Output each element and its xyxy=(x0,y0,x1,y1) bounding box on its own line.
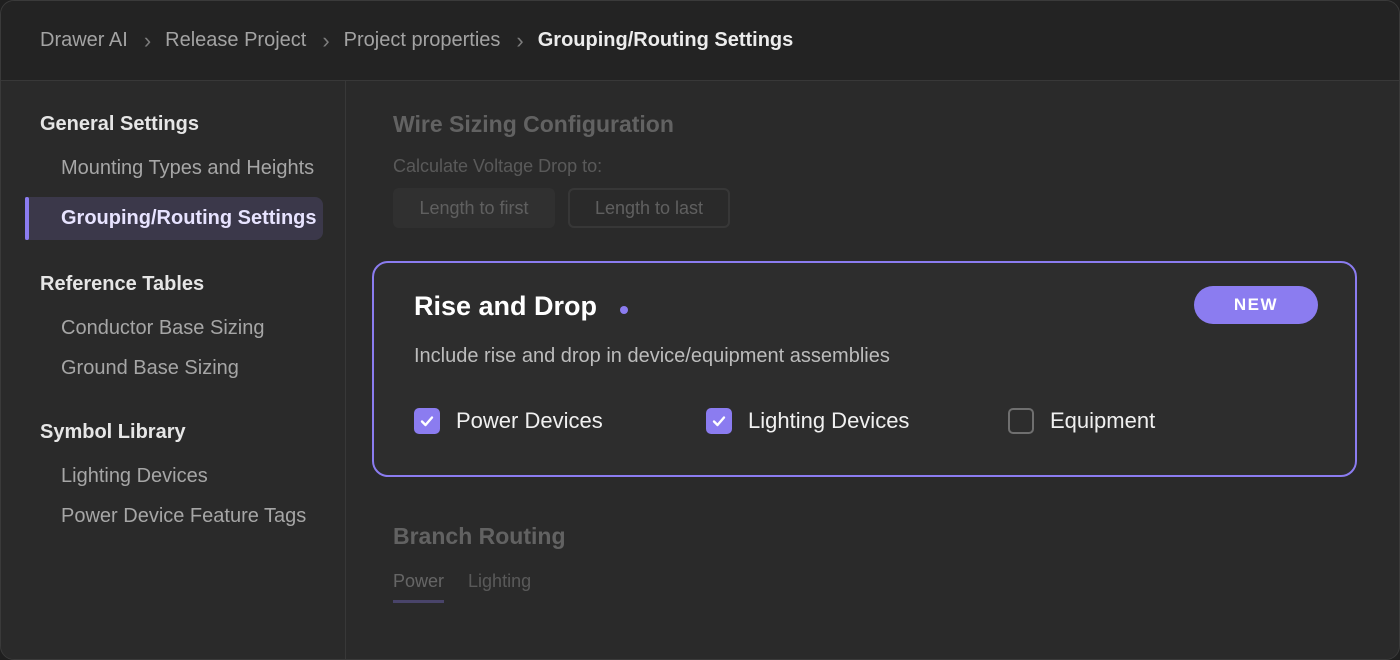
voltage-drop-label: Calculate Voltage Drop to: xyxy=(393,156,603,176)
app-window: Drawer AI › Release Project › Project pr… xyxy=(0,0,1400,660)
section-title: Wire Sizing Configuration xyxy=(393,111,674,137)
checkbox-label: Power Devices xyxy=(456,408,603,433)
chevron-right-icon: › xyxy=(143,27,152,53)
branch-routing-tabs: Power Lighting xyxy=(393,571,555,603)
checkbox-label: Equipment xyxy=(1050,408,1156,433)
tab-power[interactable]: Power xyxy=(393,571,445,603)
breadcrumb: Drawer AI › Release Project › Project pr… xyxy=(40,29,793,52)
indicator-dot xyxy=(620,306,628,314)
checkbox-label: Lighting Devices xyxy=(748,408,910,433)
unchecked-box-icon xyxy=(1008,408,1034,434)
check-icon xyxy=(414,408,440,434)
sidebar-item-ground-base-sizing[interactable]: Ground Base Sizing xyxy=(61,357,239,380)
chevron-right-icon: › xyxy=(322,27,330,53)
sidebar-heading-general: General Settings xyxy=(40,113,199,135)
main-content: Wire Sizing Configuration Calculate Volt… xyxy=(346,81,1399,659)
sidebar-item-lighting-devices[interactable]: Lighting Devices xyxy=(61,465,208,488)
length-to-last-button[interactable]: Length to last xyxy=(568,188,730,228)
sidebar: General Settings Mounting Types and Heig… xyxy=(1,81,346,659)
breadcrumb-project-properties[interactable]: Project properties xyxy=(344,29,501,52)
sidebar-heading-symbol-library: Symbol Library xyxy=(40,421,186,443)
top-bar: Drawer AI › Release Project › Project pr… xyxy=(1,1,1399,81)
sidebar-item-conductor-base-sizing[interactable]: Conductor Base Sizing xyxy=(61,317,264,340)
sidebar-heading-reference: Reference Tables xyxy=(40,273,205,295)
active-indicator xyxy=(25,197,29,240)
chevron-right-icon: › xyxy=(516,27,524,53)
new-badge: NEW xyxy=(1194,286,1318,324)
breadcrumb-release-project[interactable]: Release Project xyxy=(165,29,306,52)
check-icon xyxy=(706,408,732,434)
breadcrumb-drawer-ai[interactable]: Drawer AI xyxy=(40,29,128,52)
lighting-devices-checkbox[interactable]: Lighting Devices xyxy=(706,408,909,434)
length-to-first-button[interactable]: Length to first xyxy=(393,188,555,228)
sidebar-item-mounting-types[interactable]: Mounting Types and Heights xyxy=(61,157,314,180)
section-title: Branch Routing xyxy=(393,523,566,549)
card-description: Include rise and drop in device/equipmen… xyxy=(414,345,890,367)
equipment-checkbox[interactable]: Equipment xyxy=(1008,408,1155,434)
card-title: Rise and Drop xyxy=(414,291,598,321)
breadcrumb-current: Grouping/Routing Settings xyxy=(537,29,794,51)
sidebar-item-label: Grouping/Routing Settings xyxy=(61,207,317,229)
tab-lighting[interactable]: Lighting xyxy=(468,571,531,603)
power-devices-checkbox[interactable]: Power Devices xyxy=(414,408,603,434)
rise-and-drop-card: Rise and Drop NEW Include rise and drop … xyxy=(372,261,1357,477)
sidebar-item-grouping-routing[interactable]: Grouping/Routing Settings xyxy=(25,197,323,240)
sidebar-item-power-device-feature-tags[interactable]: Power Device Feature Tags xyxy=(61,505,306,528)
